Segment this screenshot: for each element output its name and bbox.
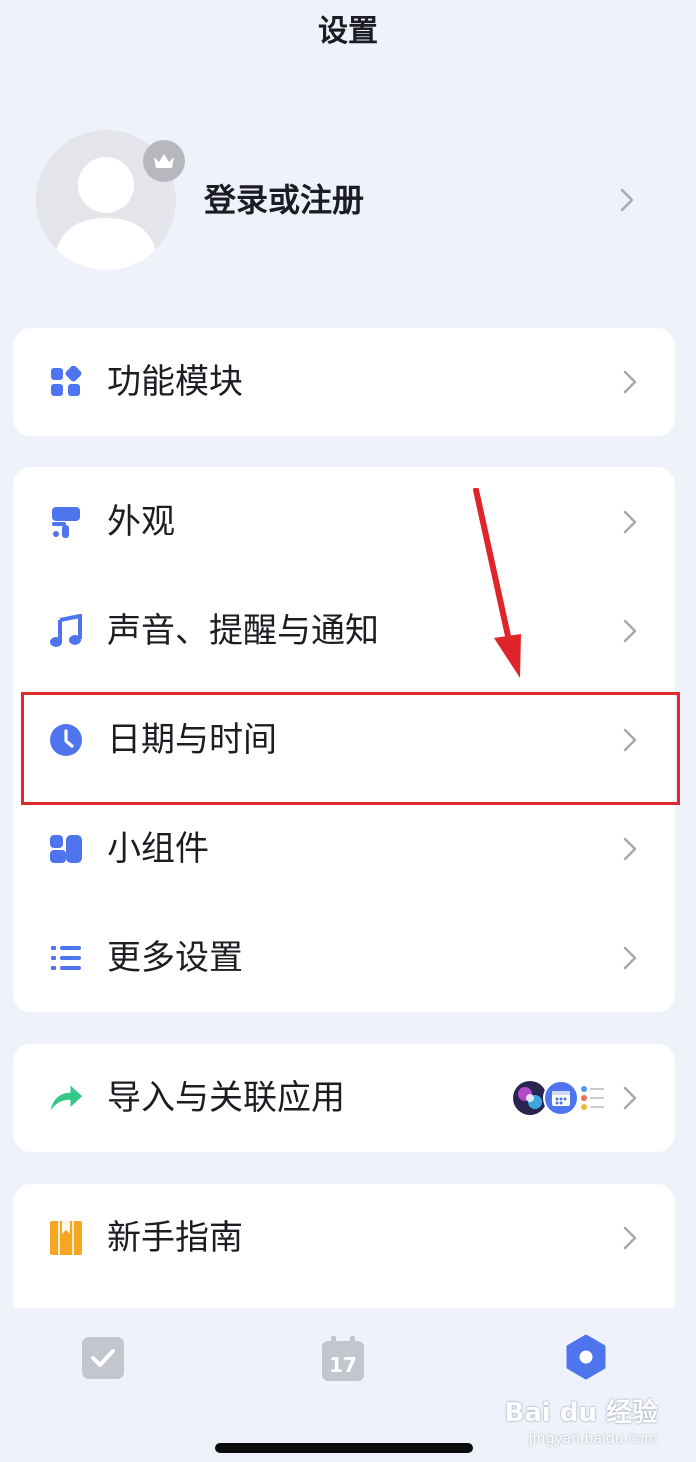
function-modules-label: 功能模块 xyxy=(107,362,243,402)
modules-grid-icon xyxy=(49,365,83,399)
tab-calendar[interactable]: 17 xyxy=(321,1336,365,1381)
chevron-right-icon xyxy=(623,837,637,860)
red-arrow-annotation xyxy=(473,488,521,678)
more-settings-label: 更多设置 xyxy=(107,937,243,978)
widgets-icon xyxy=(49,832,83,866)
chevron-right-icon xyxy=(623,1226,637,1250)
beginner-guide-label: 新手指南 xyxy=(107,1218,243,1258)
sound-reminders-label: 声音、提醒与通知 xyxy=(107,610,379,651)
login-register-label[interactable]: 登录或注册 xyxy=(204,178,364,222)
home-indicator xyxy=(215,1443,473,1453)
watermark-logo: Bai du 经验 xyxy=(504,1398,659,1428)
import-apps-row[interactable]: 导入与关联应用 xyxy=(13,1044,675,1152)
appearance-label: 外观 xyxy=(107,501,175,542)
chevron-right-icon xyxy=(623,619,637,642)
tab-settings[interactable] xyxy=(563,1334,609,1380)
paint-roller-icon xyxy=(49,505,83,539)
list-settings-icon xyxy=(49,941,83,975)
function-modules-row[interactable]: 功能模块 xyxy=(13,328,675,436)
calendar-icon: 17 xyxy=(322,1336,364,1381)
import-card: 导入与关联应用 xyxy=(13,1044,675,1152)
settings-hexagon-icon xyxy=(566,1334,606,1380)
chevron-right-icon xyxy=(623,1086,637,1110)
beginner-guide-row[interactable]: 新手指南 xyxy=(13,1184,675,1292)
music-note-icon xyxy=(49,613,83,648)
import-apps-label: 导入与关联应用 xyxy=(107,1078,345,1118)
more-settings-row[interactable]: 更多设置 xyxy=(13,903,675,1012)
profile-row[interactable]: 登录或注册 xyxy=(0,120,696,280)
watermark-url: jingyan.baidu.com xyxy=(528,1431,658,1447)
checkbox-icon xyxy=(82,1337,124,1379)
highlight-box xyxy=(21,692,680,805)
calendar-day-number: 17 xyxy=(329,1353,357,1377)
page-title: 设置 xyxy=(318,14,378,49)
chevron-right-icon xyxy=(623,510,637,533)
tab-tasks[interactable] xyxy=(81,1336,125,1380)
linked-apps-icons xyxy=(513,1080,604,1116)
function-modules-card: 功能模块 xyxy=(13,328,675,436)
share-arrow-icon xyxy=(49,1081,83,1115)
vip-crown-icon xyxy=(143,140,185,182)
widgets-row[interactable]: 小组件 xyxy=(13,794,675,903)
guide-card: 新手指南 xyxy=(13,1184,675,1324)
guide-book-icon xyxy=(49,1221,83,1255)
appearance-row[interactable]: 外观 xyxy=(13,467,675,576)
chevron-right-icon xyxy=(623,370,637,394)
chevron-right-icon xyxy=(623,946,637,969)
widgets-label: 小组件 xyxy=(107,828,209,869)
sound-reminders-row[interactable]: 声音、提醒与通知 xyxy=(13,576,675,685)
chevron-right-icon xyxy=(620,188,634,212)
